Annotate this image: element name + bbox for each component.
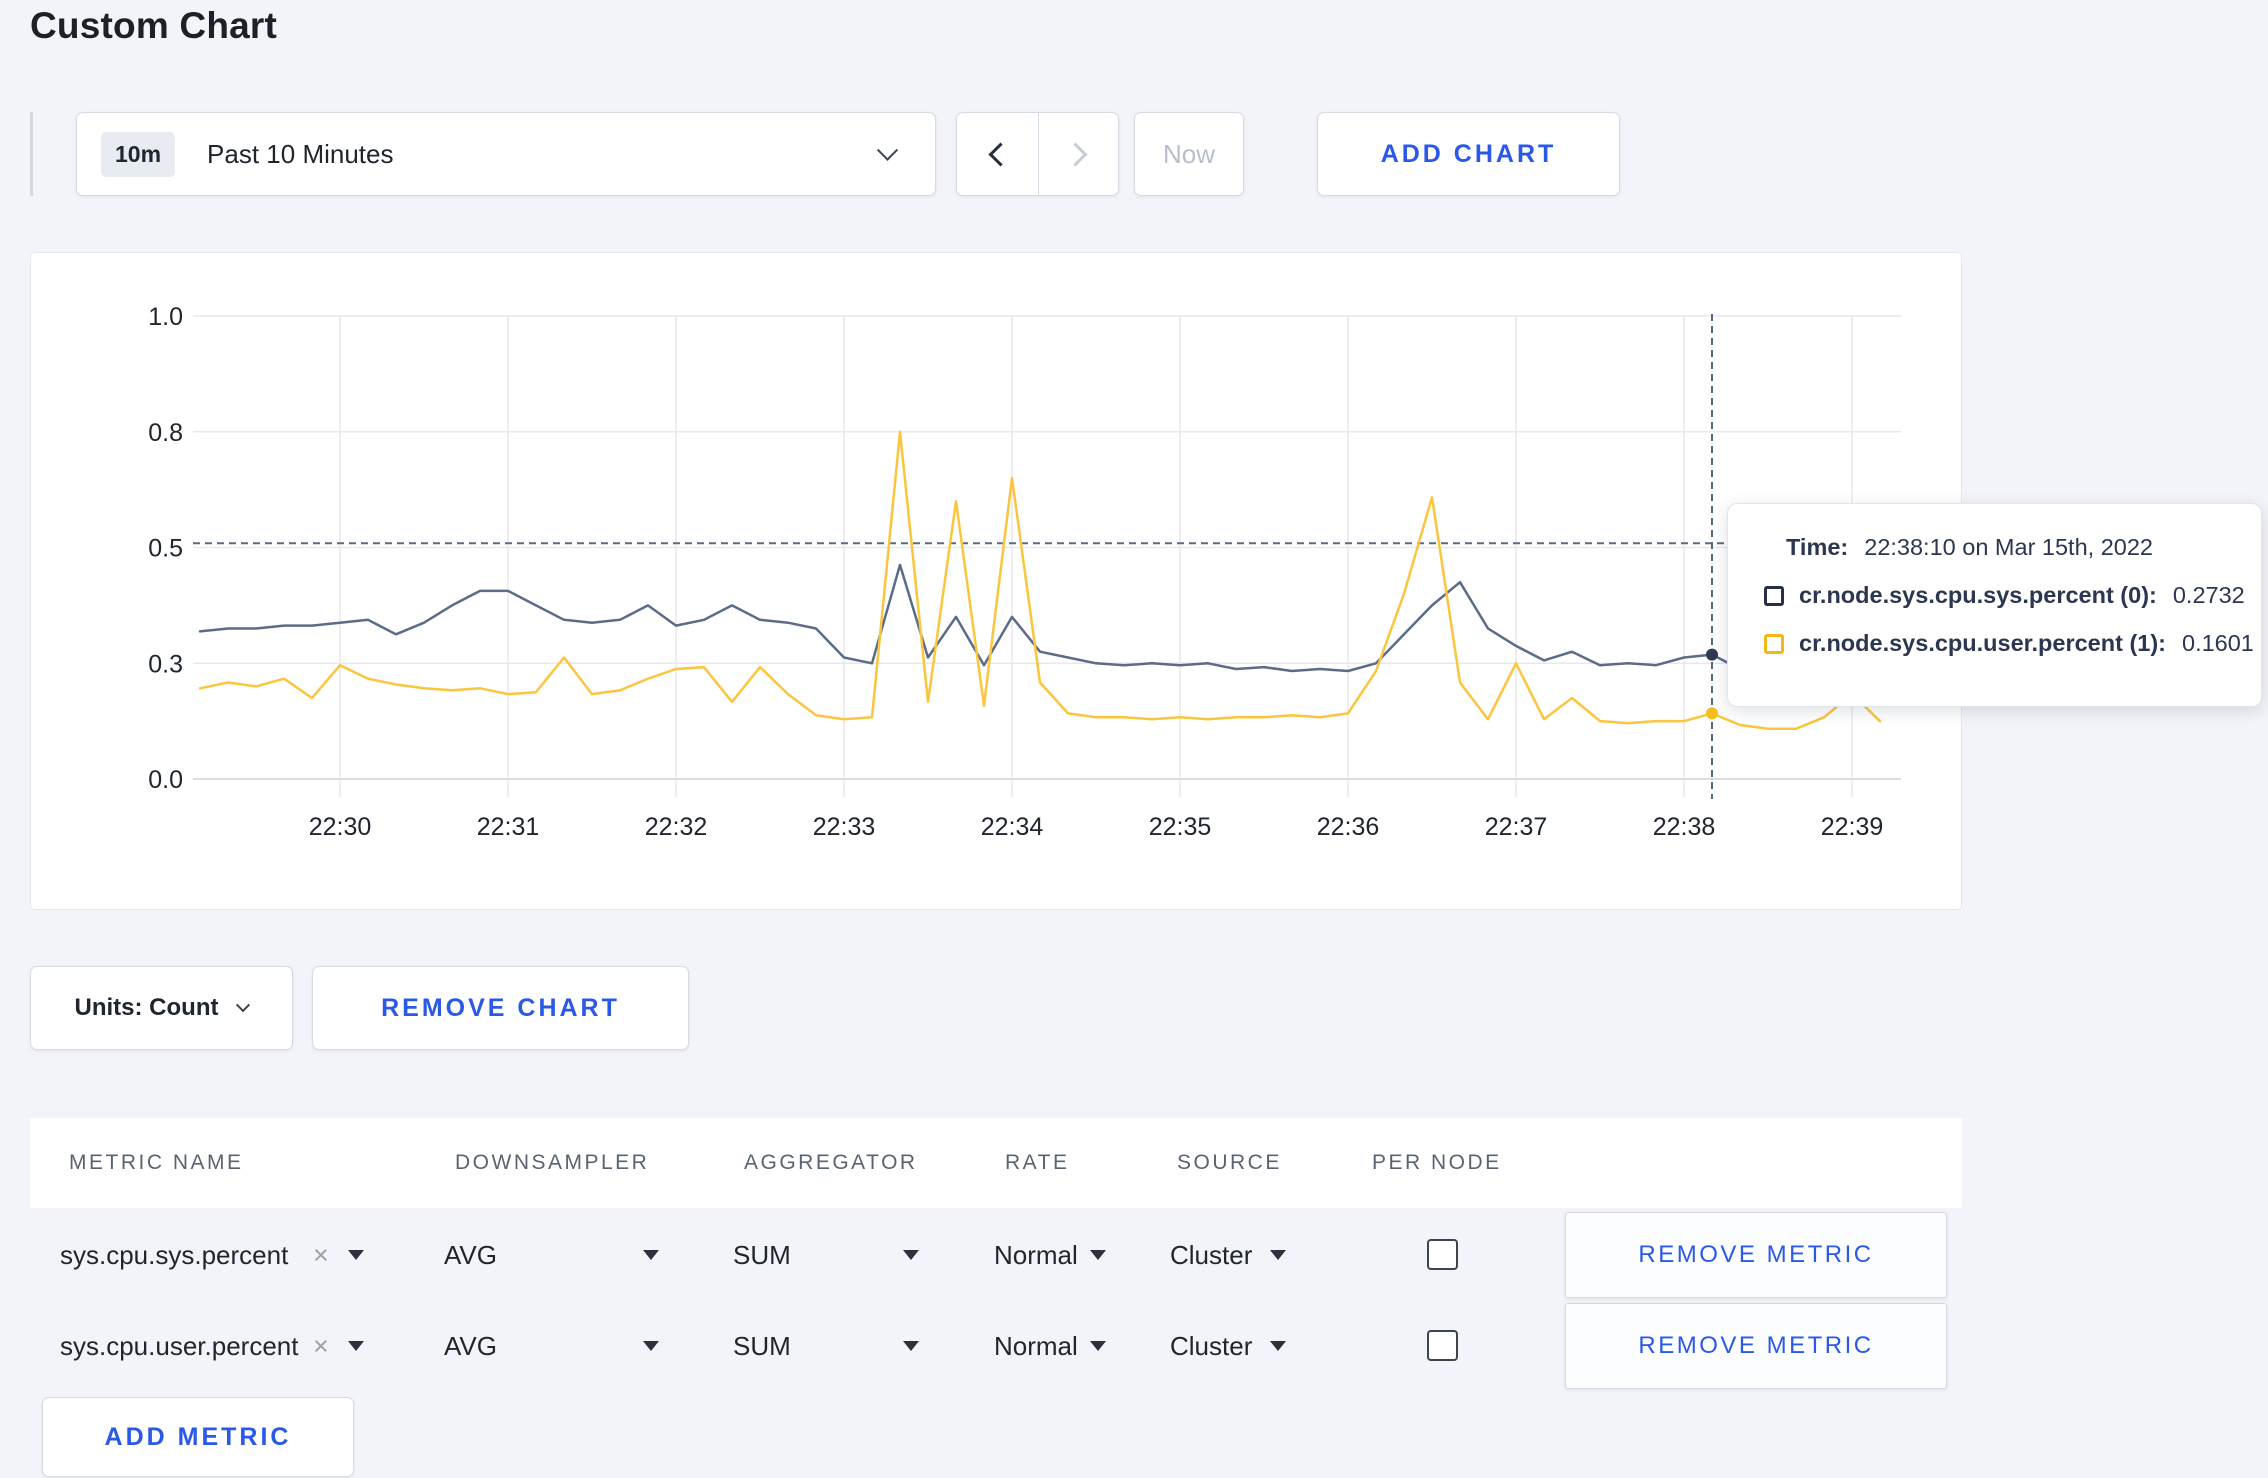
svg-text:22:32: 22:32	[645, 813, 708, 841]
tooltip-time-value: 22:38:10 on Mar 15th, 2022	[1864, 534, 2153, 560]
units-dropdown[interactable]: Units: Count	[30, 966, 293, 1050]
chart-tooltip: Time: 22:38:10 on Mar 15th, 2022 cr.node.…	[1727, 503, 2262, 707]
tooltip-series-row: cr.node.sys.cpu.user.percent (1): 0.1601	[1764, 630, 2261, 657]
toolbar-divider	[30, 112, 33, 196]
tooltip-series-label: cr.node.sys.cpu.user.percent (1):	[1799, 630, 2166, 656]
prev-window-button[interactable]	[957, 113, 1038, 195]
series-swatch-icon	[1764, 633, 1784, 654]
source-select[interactable]: Cluster	[1170, 1301, 1252, 1391]
svg-text:22:31: 22:31	[477, 813, 540, 841]
caret-down-icon[interactable]	[903, 1250, 919, 1260]
tooltip-series-value: 0.2732	[2172, 582, 2245, 608]
page-title: Custom Chart	[30, 5, 278, 46]
svg-text:22:35: 22:35	[1149, 813, 1212, 841]
chevron-down-icon	[236, 998, 251, 1013]
units-label: Units: Count	[74, 994, 219, 1021]
caret-down-icon[interactable]	[1270, 1341, 1286, 1351]
header-rate: RATE	[1005, 1151, 1070, 1174]
clear-metric-icon[interactable]: ×	[313, 1210, 329, 1300]
svg-text:22:30: 22:30	[309, 813, 372, 841]
svg-text:22:38: 22:38	[1653, 813, 1716, 841]
aggregator-select[interactable]: SUM	[733, 1210, 791, 1300]
hover-dot-0	[1706, 648, 1718, 661]
svg-text:0.0: 0.0	[148, 766, 183, 794]
svg-text:0.3: 0.3	[148, 650, 183, 678]
caret-down-icon[interactable]	[1270, 1250, 1286, 1260]
series-swatch-icon	[1764, 585, 1784, 606]
time-range-dropdown[interactable]: 10m Past 10 Minutes	[76, 112, 936, 196]
time-window-nav	[956, 112, 1119, 196]
remove-metric-button[interactable]: REMOVE METRIC	[1565, 1212, 1947, 1298]
rate-select[interactable]: Normal	[994, 1301, 1078, 1391]
source-select[interactable]: Cluster	[1170, 1210, 1252, 1300]
caret-down-icon[interactable]	[643, 1250, 659, 1260]
svg-text:22:33: 22:33	[813, 813, 876, 841]
tooltip-time: Time: 22:38:10 on Mar 15th, 2022	[1786, 534, 2261, 561]
add-metric-button[interactable]: ADD METRIC	[42, 1397, 354, 1477]
next-window-button[interactable]	[1037, 113, 1119, 195]
clear-metric-icon[interactable]: ×	[313, 1301, 329, 1391]
hover-dot-1	[1706, 707, 1718, 720]
downsampler-select[interactable]: AVG	[444, 1210, 497, 1300]
add-chart-button[interactable]: ADD CHART	[1317, 112, 1620, 196]
tooltip-series-value: 0.1601	[2182, 630, 2254, 656]
chevron-right-icon	[1063, 141, 1088, 167]
remove-metric-button[interactable]: REMOVE METRIC	[1565, 1303, 1947, 1389]
svg-text:22:34: 22:34	[981, 813, 1044, 841]
remove-chart-button[interactable]: REMOVE CHART	[312, 966, 689, 1050]
tooltip-time-label: Time:	[1786, 534, 1849, 560]
per-node-checkbox[interactable]	[1427, 1239, 1458, 1270]
metric-name-select[interactable]: sys.cpu.sys.percent	[60, 1210, 288, 1300]
metric-name-select[interactable]: sys.cpu.user.percent	[60, 1301, 298, 1391]
time-range-label: Past 10 Minutes	[207, 138, 394, 169]
header-per-node: PER NODE	[1372, 1151, 1502, 1174]
svg-text:0.5: 0.5	[148, 535, 183, 563]
chart-canvas[interactable]: 0.0 0.3 0.5 0.8 1.0 22:30 22:31 22:32 22:33 22:34…	[31, 253, 1963, 911]
caret-down-icon[interactable]	[1090, 1341, 1106, 1351]
rate-select[interactable]: Normal	[994, 1210, 1078, 1300]
downsampler-select[interactable]: AVG	[444, 1301, 497, 1391]
caret-down-icon[interactable]	[903, 1341, 919, 1351]
tooltip-series-label: cr.node.sys.cpu.sys.percent (0):	[1799, 582, 2157, 608]
svg-text:1.0: 1.0	[148, 303, 183, 331]
caret-down-icon[interactable]	[348, 1341, 364, 1351]
time-range-badge: 10m	[101, 131, 176, 177]
svg-text:22:36: 22:36	[1317, 813, 1380, 841]
svg-text:22:39: 22:39	[1821, 813, 1884, 841]
aggregator-select[interactable]: SUM	[733, 1301, 791, 1391]
metrics-table-header: METRIC NAME DOWNSAMPLER AGGREGATOR RATE …	[30, 1118, 1962, 1208]
tooltip-series-row: cr.node.sys.cpu.sys.percent (0): 0.2732	[1764, 582, 2261, 609]
chevron-left-icon	[988, 141, 1013, 167]
header-aggregator: AGGREGATOR	[744, 1151, 918, 1174]
header-source: SOURCE	[1177, 1151, 1282, 1174]
header-downsampler: DOWNSAMPLER	[455, 1151, 650, 1174]
caret-down-icon[interactable]	[643, 1341, 659, 1351]
series-line-0	[198, 563, 1882, 673]
chevron-down-icon	[876, 139, 899, 161]
series-line-1	[198, 430, 1882, 731]
now-button[interactable]: Now	[1134, 112, 1244, 196]
header-metric-name: METRIC NAME	[69, 1151, 244, 1174]
per-node-checkbox[interactable]	[1427, 1330, 1458, 1361]
caret-down-icon[interactable]	[1090, 1250, 1106, 1260]
svg-text:22:37: 22:37	[1485, 813, 1548, 841]
chart-card: 0.0 0.3 0.5 0.8 1.0 22:30 22:31 22:32 22:33 22:34…	[30, 252, 1962, 910]
svg-text:0.8: 0.8	[148, 419, 183, 447]
caret-down-icon[interactable]	[348, 1250, 364, 1260]
